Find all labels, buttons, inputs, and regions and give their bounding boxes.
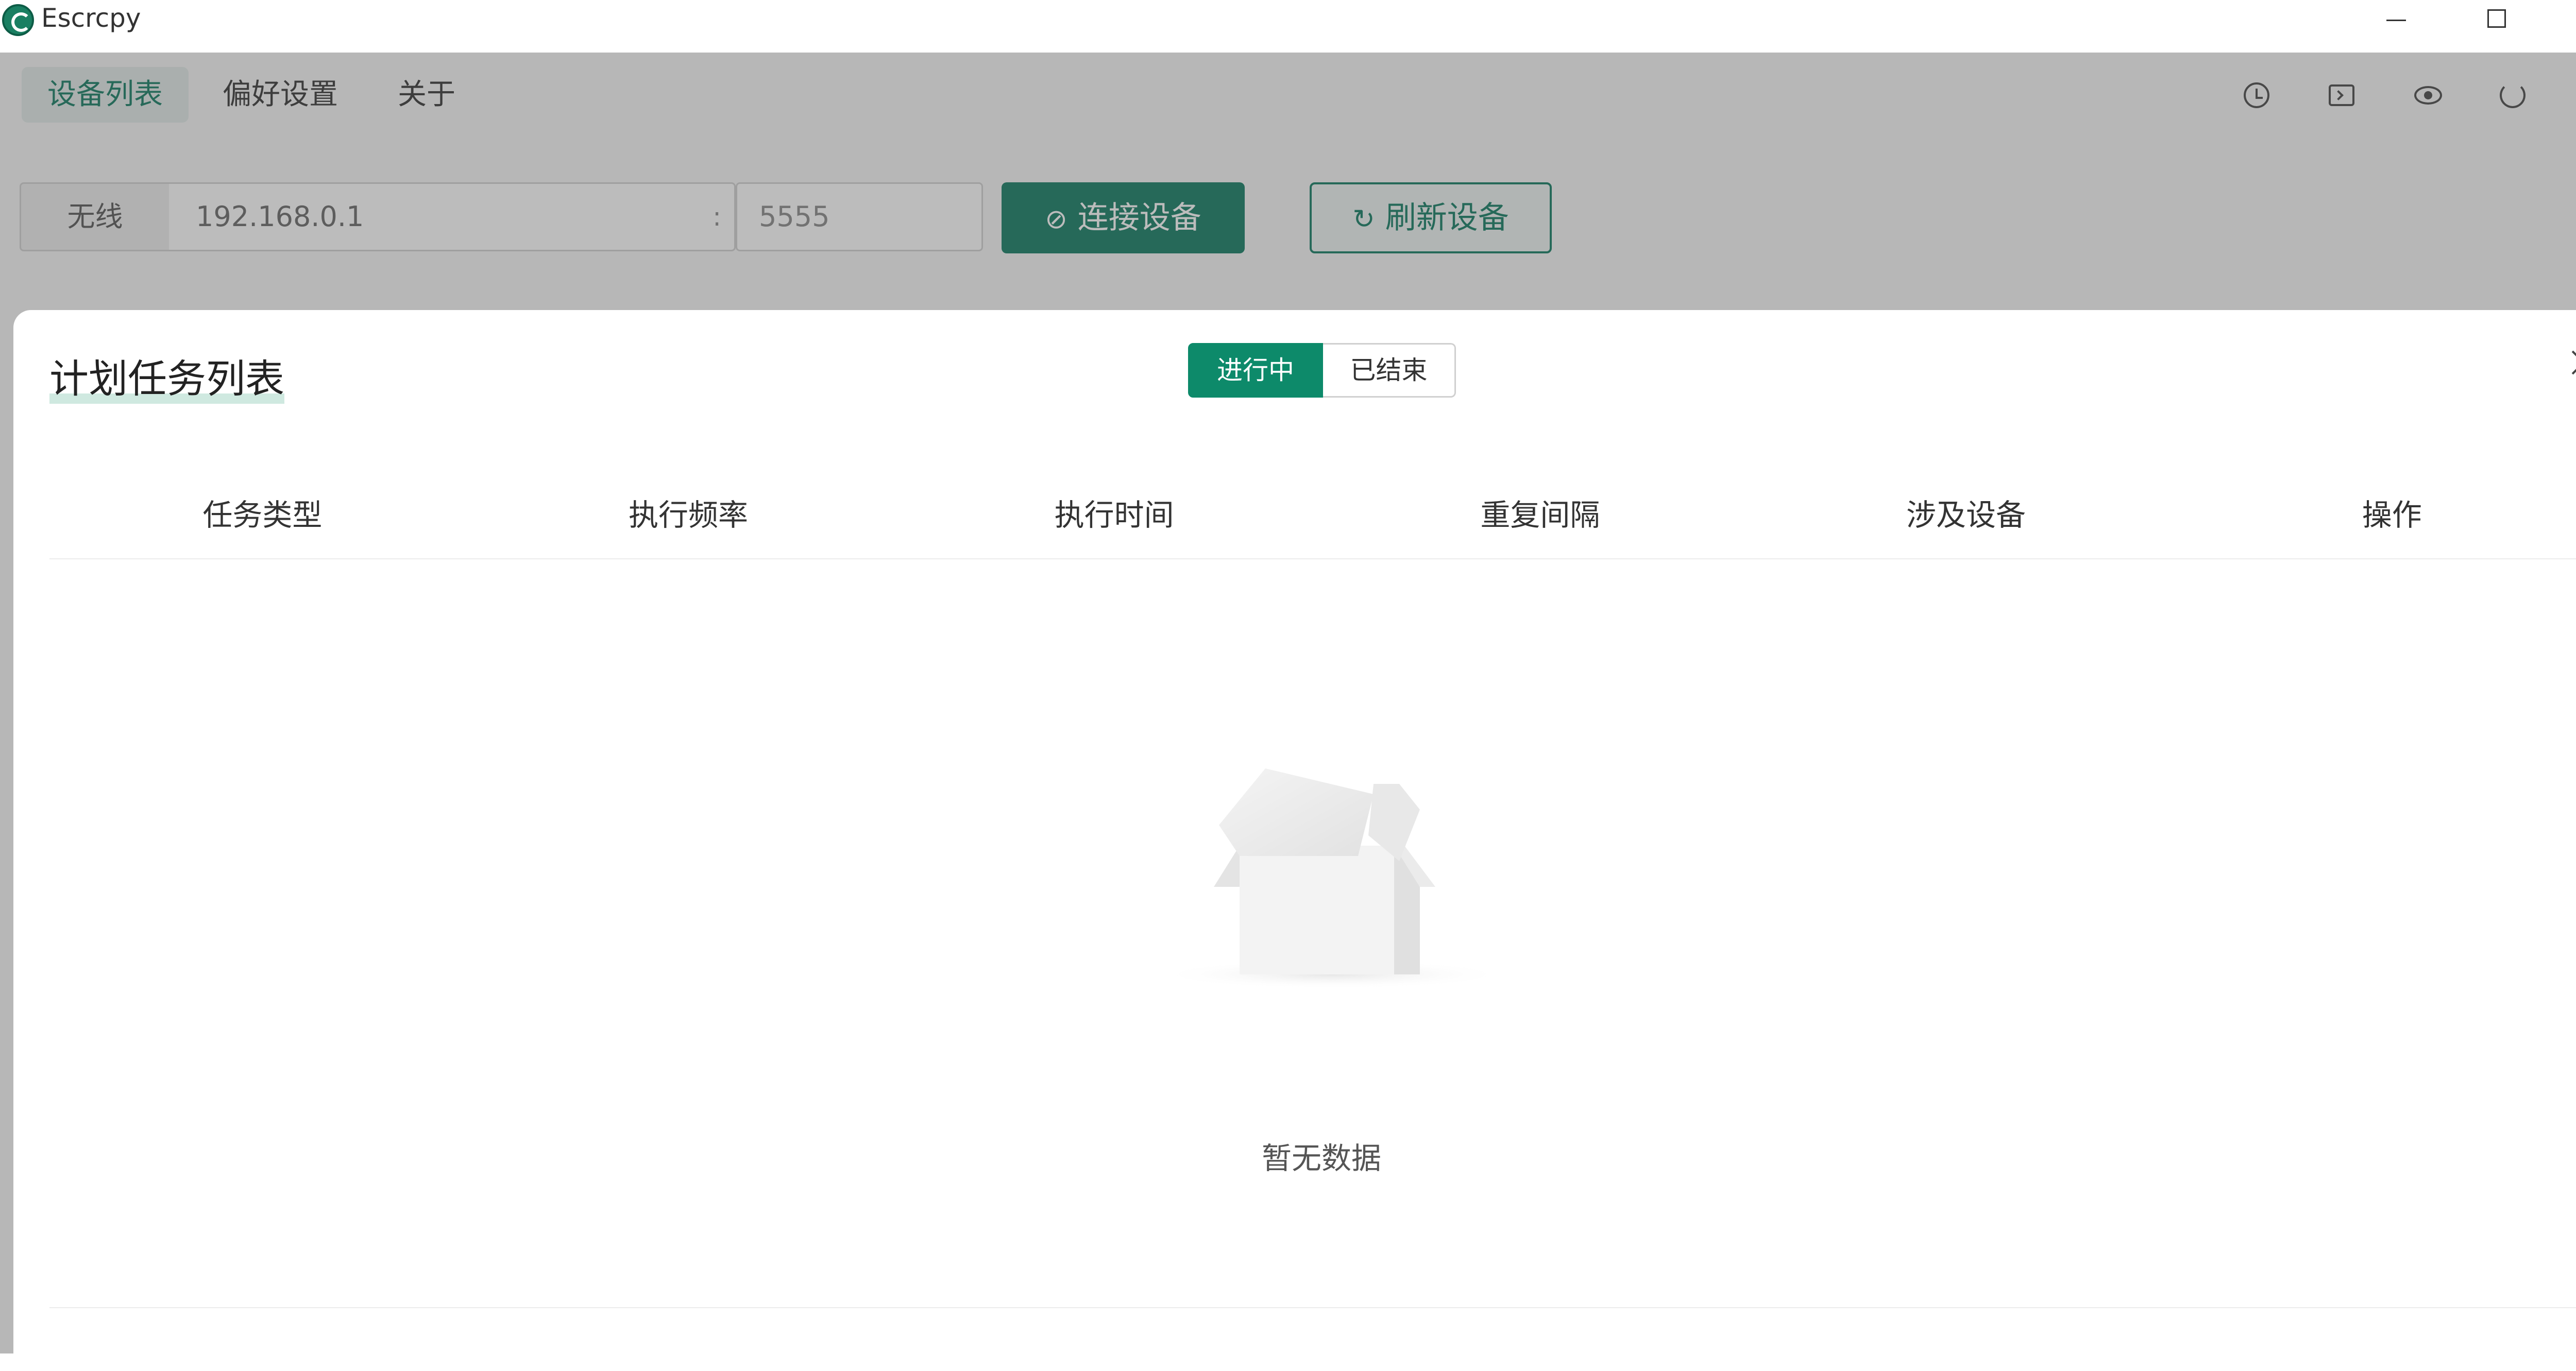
empty-state-text: 暂无数据 — [1261, 1141, 1381, 1176]
column-frequency: 执行频率 — [629, 498, 749, 533]
column-devices: 涉及设备 — [1906, 498, 2026, 533]
column-exec-time: 执行时间 — [1054, 498, 1174, 533]
dialog-title: 计划任务列表 — [49, 347, 284, 404]
minimize-button[interactable] — [2354, 0, 2437, 41]
window-titlebar: Escrcpy — [0, 0, 2576, 53]
column-repeat-interval: 重复间隔 — [1480, 498, 1600, 533]
segment-in-progress[interactable]: 进行中 — [1188, 343, 1323, 398]
close-icon[interactable] — [2568, 347, 2576, 378]
empty-box-icon — [1157, 768, 1507, 989]
maximize-button[interactable] — [2458, 0, 2540, 41]
table-footer-divider — [49, 1307, 2576, 1308]
segment-finished[interactable]: 已结束 — [1323, 343, 1456, 398]
column-actions: 操作 — [2362, 498, 2422, 533]
column-task-type: 任务类型 — [202, 498, 323, 533]
close-window-button[interactable] — [2561, 0, 2576, 41]
task-table-header: 任务类型 执行频率 执行时间 重复间隔 涉及设备 操作 — [49, 479, 2576, 559]
scheduled-tasks-dialog: 计划任务列表 进行中 已结束 任务类型 执行频率 执行时间 重复间隔 涉及设备 … — [13, 310, 2576, 1371]
app-logo-icon — [2, 4, 34, 36]
window-title: Escrcpy — [41, 3, 141, 33]
